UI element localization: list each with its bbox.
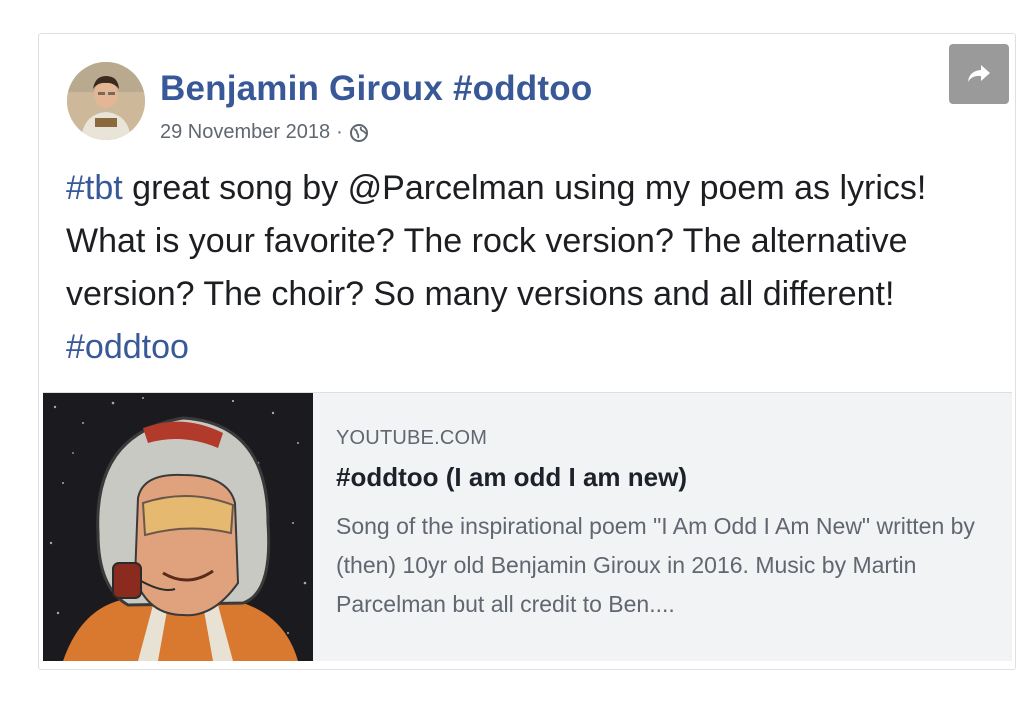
- post-text: #tbt great song by @Parcelman using my p…: [66, 162, 986, 374]
- link-preview-body: YOUTUBE.COM #oddtoo (I am odd I am new) …: [336, 427, 996, 624]
- video-thumbnail[interactable]: [43, 393, 313, 661]
- meta-separator: ·: [336, 121, 343, 143]
- share-button[interactable]: [949, 44, 1009, 104]
- post-card: Benjamin Giroux #oddtoo 29 November 2018…: [38, 33, 1016, 670]
- share-arrow-icon: [968, 65, 990, 82]
- author-avatar[interactable]: [67, 62, 145, 140]
- avatar-image: [67, 62, 145, 140]
- post-meta: 29 November 2018 ·: [160, 121, 369, 144]
- link-domain: YOUTUBE.COM: [336, 427, 488, 449]
- author-name[interactable]: Benjamin Giroux #oddtoo: [160, 69, 592, 109]
- hashtag-oddtoo[interactable]: #oddtoo: [66, 328, 189, 366]
- post-date[interactable]: 29 November 2018: [160, 121, 330, 144]
- thumbnail-illustration: [43, 393, 313, 661]
- post-body-text: great song by @Parcelman using my poem a…: [66, 169, 927, 313]
- link-preview[interactable]: YOUTUBE.COM #oddtoo (I am odd I am new) …: [43, 392, 1012, 661]
- globe-icon[interactable]: [349, 123, 369, 143]
- link-title[interactable]: #oddtoo (I am odd I am new): [336, 462, 996, 493]
- hashtag-tbt[interactable]: #tbt: [66, 169, 123, 207]
- link-description: Song of the inspirational poem "I Am Odd…: [336, 513, 975, 617]
